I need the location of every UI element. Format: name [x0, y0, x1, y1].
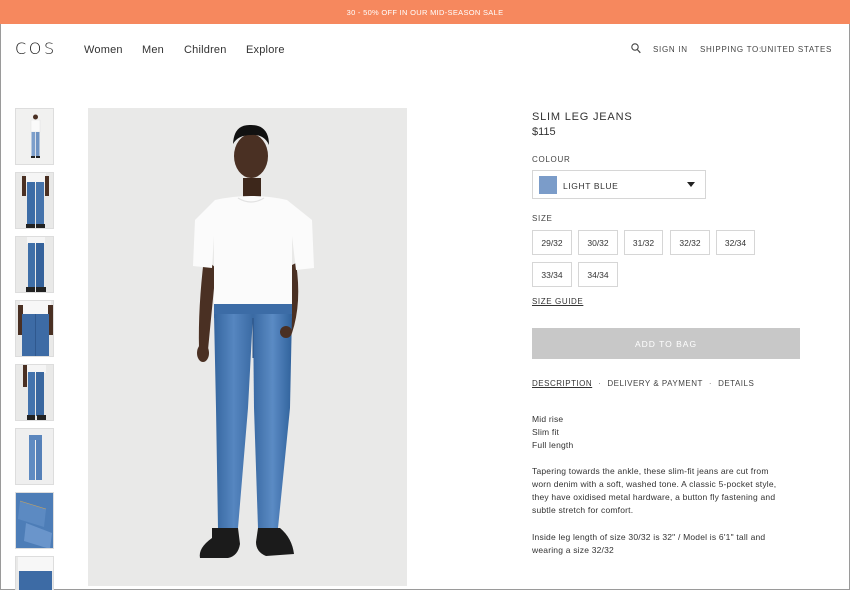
feature-item: Mid rise: [532, 414, 564, 424]
tab-delivery-payment[interactable]: DELIVERY & PAYMENT: [607, 379, 703, 388]
main-product-photo[interactable]: [88, 108, 407, 586]
product-info-tabs: DESCRIPTION · DELIVERY & PAYMENT · DETAILS: [532, 379, 754, 388]
size-option-32-32[interactable]: 32/32: [670, 230, 710, 255]
colour-label: COLOUR: [532, 155, 571, 164]
add-to-bag-button[interactable]: ADD TO BAG: [532, 328, 800, 359]
nav-men[interactable]: Men: [142, 44, 164, 56]
description-line: wearing a size 32/32: [532, 545, 614, 555]
description-line: Tapering towards the ankle, these slim-f…: [532, 466, 769, 476]
product-title: SLIM LEG JEANS: [532, 111, 633, 123]
nav-women[interactable]: Women: [84, 44, 123, 56]
description-line: they have oxidised metal hardware, a but…: [532, 492, 776, 502]
description-line: Inside leg length of size 30/32 is 32" /…: [532, 532, 766, 542]
size-guide-link[interactable]: SIZE GUIDE: [532, 297, 583, 306]
size-option-34-34[interactable]: 34/34: [578, 262, 618, 287]
brand-logo[interactable]: COS: [15, 39, 57, 58]
search-icon[interactable]: [631, 43, 641, 54]
description-line: worn denim with a soft, washed tone. A c…: [532, 479, 777, 489]
product-price: $115: [532, 126, 556, 138]
nav-explore[interactable]: Explore: [246, 44, 285, 56]
feature-item: Slim fit: [532, 427, 560, 437]
tab-separator: ·: [598, 379, 602, 388]
thumbnail-8[interactable]: [15, 556, 54, 590]
shipping-country[interactable]: UNITED STATES: [761, 45, 832, 54]
colour-select[interactable]: LIGHT BLUE: [532, 170, 706, 199]
promo-banner[interactable]: 30 - 50% OFF IN OUR MID-SEASON SALE: [0, 0, 850, 24]
size-option-30-32[interactable]: 30/32: [578, 230, 618, 255]
colour-swatch: [539, 176, 557, 194]
feature-item: Full length: [532, 440, 574, 450]
thumbnail-5[interactable]: [15, 364, 54, 421]
thumbnail-4[interactable]: [15, 300, 54, 357]
thumbnail-3[interactable]: [15, 236, 54, 293]
chevron-down-icon: [687, 182, 695, 187]
thumbnail-1[interactable]: [15, 108, 54, 165]
size-option-32-34[interactable]: 32/34: [716, 230, 755, 255]
sign-in-link[interactable]: SIGN IN: [653, 45, 688, 54]
top-nav: COS Women Men Children Explore SIGN IN S…: [0, 24, 850, 76]
size-option-31-32[interactable]: 31/32: [624, 230, 663, 255]
tab-details[interactable]: DETAILS: [718, 379, 754, 388]
tab-separator: ·: [708, 379, 713, 388]
description-paragraph-1: Tapering towards the ankle, these slim-f…: [532, 465, 776, 517]
shipping-label: SHIPPING TO:: [700, 45, 762, 54]
size-label: SIZE: [532, 214, 553, 223]
tab-description[interactable]: DESCRIPTION: [532, 379, 592, 388]
size-option-29-32[interactable]: 29/32: [532, 230, 572, 255]
thumbnail-2[interactable]: [15, 172, 54, 229]
nav-children[interactable]: Children: [184, 44, 227, 56]
thumbnail-7[interactable]: [15, 492, 54, 549]
promo-text: 30 - 50% OFF IN OUR MID-SEASON SALE: [346, 7, 504, 17]
colour-value: LIGHT BLUE: [563, 181, 619, 191]
feature-list: Mid rise Slim fit Full length: [532, 413, 573, 452]
description-line: subtle stretch for comfort.: [532, 505, 634, 515]
size-option-33-34[interactable]: 33/34: [532, 262, 572, 287]
description-paragraph-2: Inside leg length of size 30/32 is 32" /…: [532, 531, 765, 557]
thumbnail-6[interactable]: [15, 428, 54, 485]
